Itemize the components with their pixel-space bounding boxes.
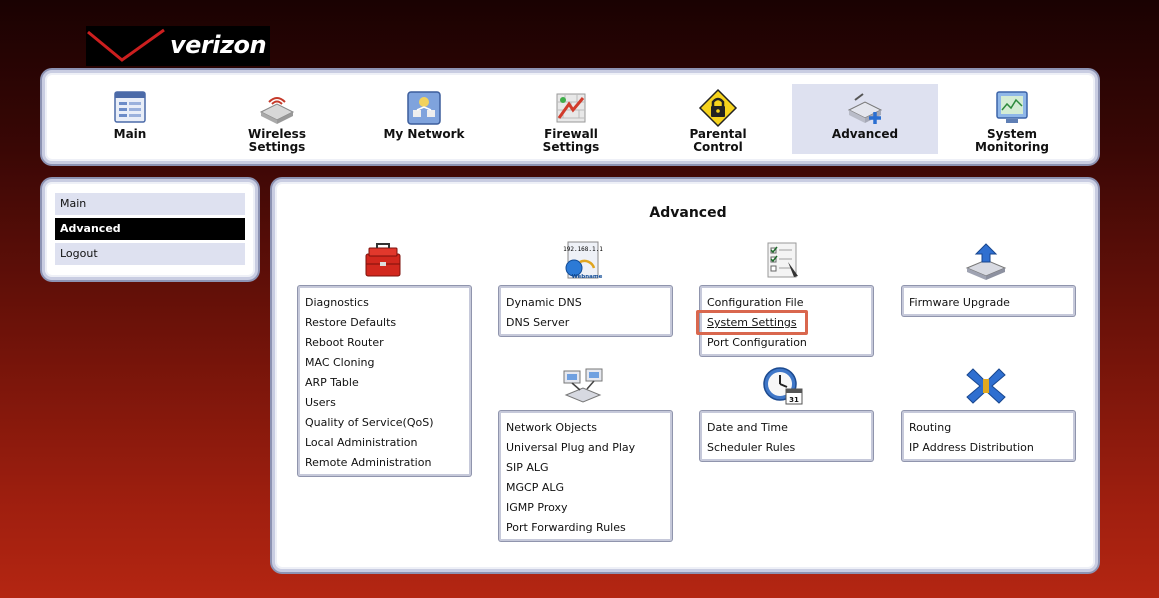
advanced-icon: [847, 93, 883, 124]
verizon-check-icon: [87, 28, 165, 62]
nav-my-network[interactable]: My Network: [351, 84, 497, 154]
routing-icon: [966, 368, 1006, 404]
link-port-configuration[interactable]: Port Configuration: [707, 336, 871, 356]
dns-webname-icon: 192.168.1.1 Webname: [563, 241, 603, 280]
link-users[interactable]: Users: [305, 396, 469, 416]
routing-links-box: Routing IP Address Distribution: [902, 411, 1075, 461]
nav-advanced[interactable]: Advanced: [792, 84, 938, 154]
firmware-links-box: Firmware Upgrade: [902, 286, 1075, 316]
link-diagnostics[interactable]: Diagnostics: [305, 296, 469, 316]
firmware-upgrade-icon: [965, 243, 1007, 280]
link-local-administration[interactable]: Local Administration: [305, 436, 469, 456]
link-network-objects[interactable]: Network Objects: [506, 421, 670, 441]
link-firmware-upgrade[interactable]: Firmware Upgrade: [909, 296, 1073, 316]
link-remote-administration[interactable]: Remote Administration: [305, 456, 469, 476]
nav-label: System Monitoring: [975, 127, 1049, 154]
sidebar-item-logout[interactable]: Logout: [55, 243, 245, 265]
link-igmp-proxy[interactable]: IGMP Proxy: [506, 501, 670, 521]
link-scheduler-rules[interactable]: Scheduler Rules: [707, 441, 871, 461]
network-objects-icon: [563, 368, 603, 403]
dns-links-box: Dynamic DNS DNS Server: [499, 286, 672, 336]
svg-text:192.168.1.1: 192.168.1.1: [563, 246, 603, 253]
link-qos[interactable]: Quality of Service(QoS): [305, 416, 469, 436]
selection-highlight: [696, 310, 808, 335]
nav-label: Wireless Settings: [248, 127, 306, 154]
system-monitoring-icon: [996, 91, 1028, 123]
link-upnp[interactable]: Universal Plug and Play: [506, 441, 670, 461]
clock-calendar-icon: 31: [763, 367, 803, 405]
svg-text:31: 31: [789, 396, 799, 404]
link-reboot-router[interactable]: Reboot Router: [305, 336, 469, 356]
nav-firewall-settings[interactable]: Firewall Settings: [498, 84, 644, 154]
maintenance-links-box: Diagnostics Restore Defaults Reboot Rout…: [298, 286, 471, 476]
link-dynamic-dns[interactable]: Dynamic DNS: [506, 296, 670, 316]
nav-system-monitoring[interactable]: System Monitoring: [939, 84, 1085, 154]
nav-parental-control[interactable]: Parental Control: [645, 84, 791, 154]
top-navigation: Main Wireless Settings My Network Firewa…: [42, 70, 1098, 164]
network-links-box: Network Objects Universal Plug and Play …: [499, 411, 672, 541]
nav-label: My Network: [383, 127, 465, 141]
link-ip-address-distribution[interactable]: IP Address Distribution: [909, 441, 1073, 461]
link-restore-defaults[interactable]: Restore Defaults: [305, 316, 469, 336]
firewall-icon: [556, 93, 586, 123]
time-links-box: Date and Time Scheduler Rules: [700, 411, 873, 461]
link-date-and-time[interactable]: Date and Time: [707, 421, 871, 441]
main-icon: [114, 91, 146, 123]
nav-label: Parental Control: [689, 127, 747, 154]
link-arp-table[interactable]: ARP Table: [305, 376, 469, 396]
advanced-content: Advanced Diagnostics Restore Defaults Re…: [272, 179, 1098, 572]
toolbox-icon: [365, 243, 401, 277]
link-dns-server[interactable]: DNS Server: [506, 316, 670, 336]
brand-name: verizon: [170, 31, 267, 59]
svg-text:Webname: Webname: [572, 274, 603, 280]
link-sip-alg[interactable]: SIP ALG: [506, 461, 670, 481]
sidebar-item-main[interactable]: Main: [55, 193, 245, 215]
sidebar-item-advanced[interactable]: Advanced: [55, 218, 245, 240]
nav-main[interactable]: Main: [57, 84, 203, 154]
my-network-icon: [407, 91, 441, 125]
nav-label: Advanced: [831, 127, 899, 141]
verizon-logo: verizon: [86, 26, 270, 66]
nav-wireless-settings[interactable]: Wireless Settings: [204, 84, 350, 154]
page-title: Advanced: [649, 205, 727, 221]
link-routing[interactable]: Routing: [909, 421, 1073, 441]
sidebar: Main Advanced Logout: [42, 179, 258, 280]
link-mac-cloning[interactable]: MAC Cloning: [305, 356, 469, 376]
parental-lock-icon: [698, 88, 738, 128]
wireless-router-icon: [259, 97, 295, 124]
link-port-forwarding-rules[interactable]: Port Forwarding Rules: [506, 521, 670, 541]
nav-label: Main: [113, 127, 147, 141]
configuration-checklist-icon: [767, 242, 798, 278]
link-mgcp-alg[interactable]: MGCP ALG: [506, 481, 670, 501]
nav-label: Firewall Settings: [542, 127, 600, 154]
